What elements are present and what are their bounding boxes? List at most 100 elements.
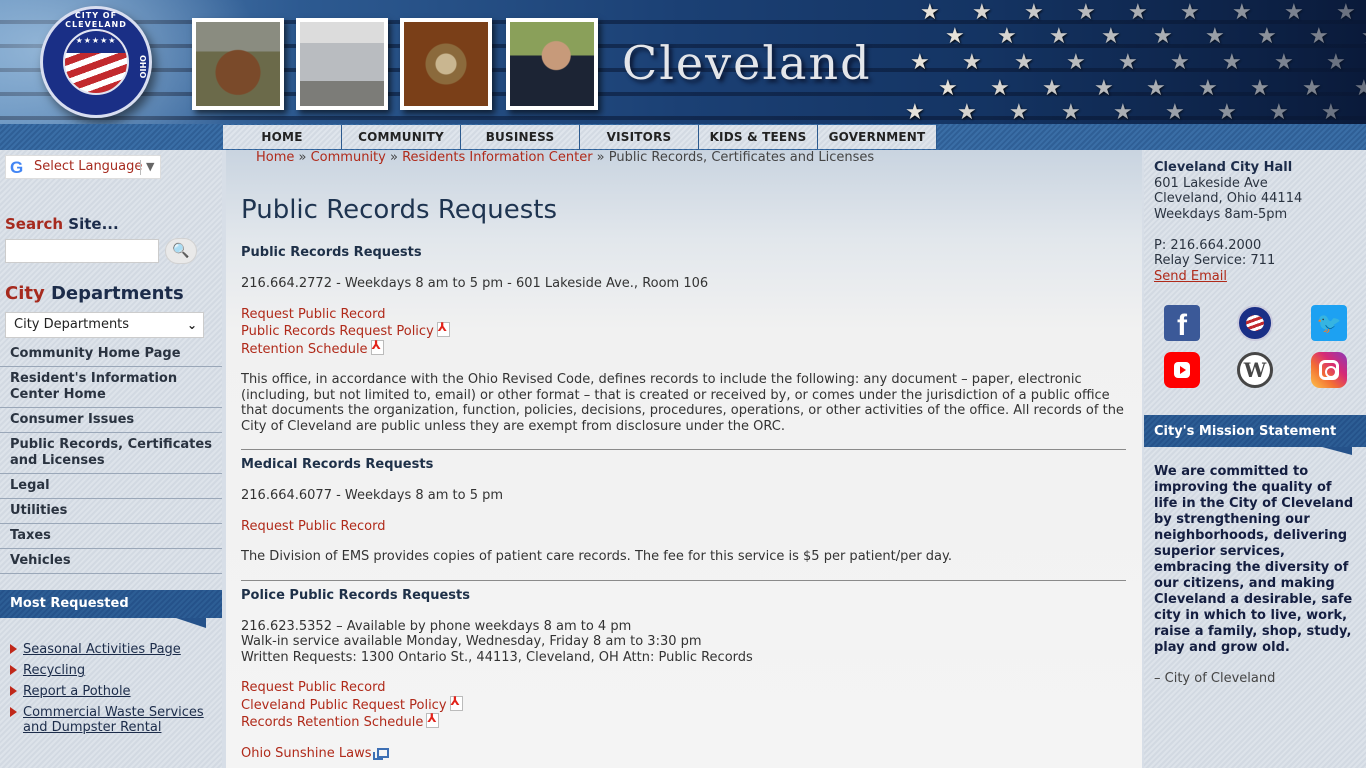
star-icon: ★ (1014, 50, 1034, 75)
star-icon: ★ (945, 24, 965, 49)
link-records-retention-schedule[interactable]: Records Retention Schedule (241, 715, 423, 730)
nav-visitors[interactable]: VISITORS (580, 125, 699, 149)
sidebar-item-vehicles[interactable]: Vehicles (0, 549, 222, 574)
search-heading-dark: Site... (63, 215, 119, 233)
police-records-info: 216.623.5352 – Available by phone weekda… (241, 619, 1126, 666)
departments-heading-red: City (5, 283, 45, 304)
star-icon: ★ (1146, 76, 1166, 101)
link-request-police-record[interactable]: Request Public Record (241, 680, 385, 695)
sidebar-item-taxes[interactable]: Taxes (0, 524, 222, 549)
link-request-public-record[interactable]: Request Public Record (241, 307, 385, 322)
star-icon: ★ (1049, 24, 1069, 49)
breadcrumb-community[interactable]: Community (311, 150, 386, 165)
send-email-link[interactable]: Send Email (1154, 269, 1227, 284)
most-requested-list: Seasonal Activities Page Recycling Repor… (10, 642, 215, 741)
city-hall-title: Cleveland City Hall (1154, 160, 1293, 175)
public-records-body: This office, in accordance with the Ohio… (241, 372, 1124, 434)
departments-heading-dark: Departments (44, 283, 184, 304)
nav-kids-teens[interactable]: KIDS & TEENS (699, 125, 818, 149)
list-item: Seasonal Activities Page (10, 642, 215, 657)
search-input[interactable] (5, 239, 159, 263)
arrow-right-icon (10, 665, 17, 675)
section-heading-police-records: Police Public Records Requests (241, 587, 470, 603)
nav-home[interactable]: HOME (223, 125, 342, 149)
medical-records-info: 216.664.6077 - Weekdays 8 am to 5 pm (241, 488, 504, 503)
breadcrumb-home[interactable]: Home (256, 150, 294, 165)
section-divider (241, 449, 1126, 450)
nav-government[interactable]: GOVERNMENT (818, 125, 937, 149)
departments-heading: City Departments (5, 283, 184, 304)
star-icon: ★ (1302, 76, 1322, 101)
twitter-icon[interactable]: 🐦 (1311, 305, 1347, 341)
relay-service: Relay Service: 711 (1154, 253, 1276, 268)
mission-statement-text: We are committed to improving the qualit… (1154, 464, 1354, 655)
sidebar-item-community-home[interactable]: Community Home Page (0, 342, 222, 367)
link-seasonal-activities[interactable]: Seasonal Activities Page (23, 642, 181, 657)
nav-business[interactable]: BUSINESS (461, 125, 580, 149)
search-icon: 🔍 (172, 243, 190, 259)
breadcrumb-separator: » (592, 150, 609, 165)
link-report-pothole[interactable]: Report a Pothole (23, 684, 131, 699)
heading-tail (1322, 447, 1352, 455)
sidebar-item-legal[interactable]: Legal (0, 474, 222, 499)
star-icon: ★ (1101, 24, 1121, 49)
list-item: Report a Pothole (10, 684, 215, 699)
departments-select-value: City Departments (14, 317, 130, 332)
left-sidebar: G Select Language ▼ Search Site... 🔍 Cit… (0, 150, 222, 768)
dropdown-arrow-icon: ▼ (146, 160, 155, 173)
language-selector[interactable]: G Select Language ▼ (5, 155, 161, 179)
sidebar-item-public-records[interactable]: Public Records, Certificates and License… (0, 433, 222, 474)
list-item: Recycling (10, 663, 215, 678)
star-icon: ★ (1009, 100, 1029, 124)
breadcrumb-residents-info[interactable]: Residents Information Center (402, 150, 592, 165)
header-photo-truck (296, 18, 388, 110)
police-phone: 216.623.5352 – Available by phone weekda… (241, 618, 632, 634)
instagram-icon[interactable] (1311, 352, 1347, 388)
link-ohio-sunshine-laws[interactable]: Ohio Sunshine Laws (241, 746, 372, 761)
facebook-icon[interactable]: f (1164, 305, 1200, 342)
star-icon: ★ (990, 76, 1010, 101)
star-icon: ★ (1118, 50, 1138, 75)
sidebar-item-consumer-issues[interactable]: Consumer Issues (0, 408, 222, 433)
wordpress-icon[interactable]: W (1237, 352, 1273, 388)
sidebar-item-residents-info-center[interactable]: Resident's Information Center Home (0, 367, 222, 408)
address-line: Weekdays 8am-5pm (1154, 206, 1288, 222)
star-icon: ★ (1250, 76, 1270, 101)
link-cleveland-public-request-policy[interactable]: Cleveland Public Request Policy (241, 698, 447, 713)
departments-select[interactable]: City Departments ⌄ (5, 312, 204, 338)
link-retention-schedule[interactable]: Retention Schedule (241, 342, 368, 357)
side-nav: Community Home Page Resident's Informati… (0, 342, 222, 574)
header-photo-rotunda (400, 18, 492, 110)
star-icon: ★ (1361, 26, 1366, 48)
link-public-records-policy[interactable]: Public Records Request Policy (241, 324, 434, 339)
city-seal-logo[interactable]: CITY OF CLEVELAND ★★★★★ OHIO (40, 6, 152, 118)
police-records-links: Request Public Record Cleveland Public R… (241, 680, 1126, 731)
city-seal-icon[interactable] (1237, 305, 1273, 341)
search-button[interactable]: 🔍 (165, 238, 197, 264)
nav-community[interactable]: COMMUNITY (342, 125, 461, 149)
mission-statement-heading: City's Mission Statement (1144, 415, 1366, 447)
search-heading-red: Search (5, 215, 64, 233)
star-icon: ★ (1321, 100, 1341, 124)
youtube-icon[interactable] (1164, 352, 1200, 388)
link-commercial-waste[interactable]: Commercial Waste Services and Dumpster R… (23, 705, 204, 735)
star-icon: ★ (1217, 100, 1237, 124)
site-header: CITY OF CLEVELAND ★★★★★ OHIO Cleveland ★… (0, 0, 1366, 124)
arrow-right-icon (10, 686, 17, 696)
sidebar-item-utilities[interactable]: Utilities (0, 499, 222, 524)
star-icon: ★ (905, 100, 925, 124)
section-heading-public-records: Public Records Requests (241, 245, 422, 260)
star-icon: ★ (1170, 50, 1190, 75)
star-icon: ★ (1205, 24, 1225, 49)
star-icon: ★ (1336, 0, 1356, 25)
police-walk-in: Walk-in service available Monday, Wednes… (241, 634, 702, 649)
header-photo-firefighter (192, 18, 284, 110)
chevron-down-icon: ⌄ (186, 318, 197, 332)
star-icon: ★ (1309, 24, 1329, 49)
link-recycling[interactable]: Recycling (23, 663, 85, 678)
language-label: Select Language (34, 159, 143, 174)
star-icon: ★ (1094, 76, 1114, 101)
star-icon: ★ (1024, 0, 1044, 25)
star-icon: ★ (1180, 0, 1200, 25)
link-request-medical-record[interactable]: Request Public Record (241, 519, 385, 534)
